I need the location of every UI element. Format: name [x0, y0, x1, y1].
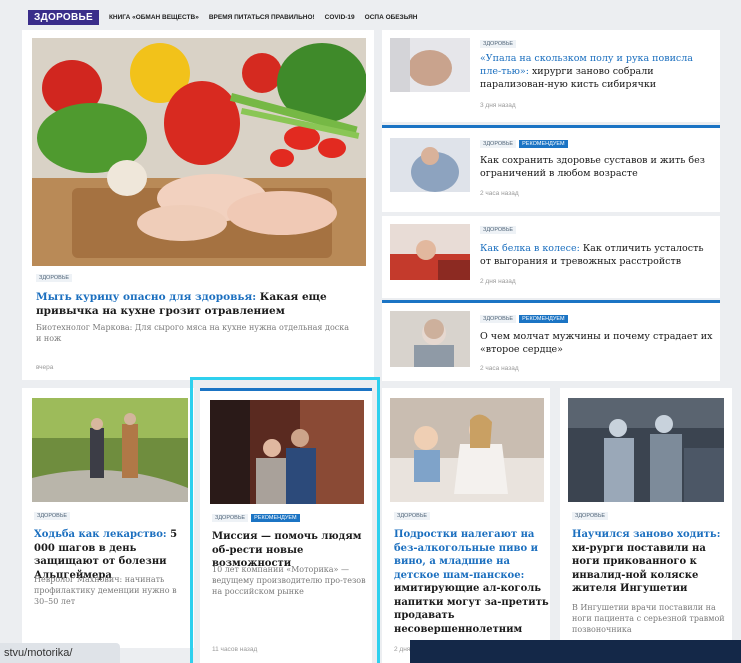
side-article-title-rest: О чем молчат мужчины и почему страдает и…: [480, 331, 713, 355]
hover-highlight-frame: [190, 377, 380, 663]
side-article-title[interactable]: Как сохранить здоровье суставов и жить б…: [480, 154, 716, 180]
bottom-article-card[interactable]: ЗДОРОВЬЕ Ходьба как лекарство: 5 000 шаг…: [22, 388, 194, 648]
main-article-lead: Биотехнолог Маркова: Для сырого мяса на …: [36, 323, 350, 343]
side-article-card[interactable]: ЗДОРОВЬЕ Как белка в колесе: Как отличит…: [382, 216, 720, 298]
side-article-title-rest: Как сохранить здоровье суставов и жить б…: [480, 155, 705, 179]
bottom-article-title-accent: Подростки налегают на без-алкогольные пи…: [394, 529, 539, 581]
nav-link-book[interactable]: КНИГА «ОБМАН ВЕЩЕСТВ»: [109, 14, 199, 21]
top-nav: ЗДОРОВЬЕ КНИГА «ОБМАН ВЕЩЕСТВ» ВРЕМЯ ПИТ…: [28, 8, 418, 26]
side-article-time: 3 дня назад: [480, 102, 516, 109]
bottom-article-photo[interactable]: [568, 398, 724, 502]
tag-recommended[interactable]: РЕКОМЕНДУЕМ: [519, 315, 568, 323]
side-article-photo[interactable]: [390, 138, 470, 192]
tag-health[interactable]: ЗДОРОВЬЕ: [480, 140, 517, 148]
side-article-title[interactable]: Как белка в колесе: Как отличить усталос…: [480, 242, 716, 268]
nav-link-nutrition[interactable]: ВРЕМЯ ПИТАТЬСЯ ПРАВИЛЬНО!: [209, 14, 315, 21]
bottom-article-lead: Невролог Махнович: начинать профилактику…: [34, 575, 177, 606]
side-article-title-accent: Как белка в колесе:: [480, 243, 580, 254]
bottom-article-photo[interactable]: [32, 398, 188, 502]
side-article-tags: ЗДОРОВЬЕ: [480, 226, 517, 234]
bottom-article-title-rest: имитирующие ал-коголь напитки могут за-п…: [394, 583, 549, 635]
side-article-time: 2 часа назад: [480, 190, 519, 197]
bottom-article-tags: ЗДОРОВЬЕ: [34, 512, 71, 520]
tag-health[interactable]: ЗДОРОВЬЕ: [394, 512, 431, 520]
side-article-photo[interactable]: [390, 38, 470, 92]
tag-health[interactable]: ЗДОРОВЬЕ: [480, 40, 517, 48]
bottom-article-title-accent: Научился заново ходить:: [572, 529, 721, 540]
status-bar-url: stvu/motorika/: [0, 643, 120, 663]
main-article-title[interactable]: Мыть курицу опасно для здоровья: Какая е…: [36, 290, 366, 318]
side-article-card[interactable]: ЗДОРОВЬЕ РЕКОМЕНДУЕМ Как сохранить здоров…: [382, 128, 720, 212]
side-article-tags: ЗДОРОВЬЕ РЕКОМЕНДУЕМ: [480, 315, 568, 323]
tag-health[interactable]: ЗДОРОВЬЕ: [572, 512, 609, 520]
bottom-article-card[interactable]: ЗДОРОВЬЕ Научился заново ходить: хи-рург…: [560, 388, 732, 663]
bottom-article-lead: В Ингушетии врачи поставили на ноги паци…: [572, 603, 725, 634]
side-article-tags: ЗДОРОВЬЕ РЕКОМЕНДУЕМ: [480, 140, 568, 148]
bottom-article-title-rest: хи-рурги поставили на ноги прикованного …: [572, 542, 706, 595]
bottom-article-card[interactable]: ЗДОРОВЬЕ Подростки налегают на без-алког…: [382, 388, 550, 663]
tag-health[interactable]: ЗДОРОВЬЕ: [34, 512, 71, 520]
side-article-title[interactable]: О чем молчат мужчины и почему страдает и…: [480, 330, 716, 356]
bottom-article-tags: ЗДОРОВЬЕ: [572, 512, 609, 520]
tag-recommended[interactable]: РЕКОМЕНДУЕМ: [519, 140, 568, 148]
bottom-article-photo[interactable]: [390, 398, 544, 502]
tag-health[interactable]: ЗДОРОВЬЕ: [480, 315, 517, 323]
tag-health[interactable]: ЗДОРОВЬЕ: [36, 274, 73, 282]
main-article-time: вчера: [36, 364, 54, 371]
side-article-tags: ЗДОРОВЬЕ: [480, 40, 517, 48]
bottom-article-title-accent: Ходьба как лекарство:: [34, 529, 167, 540]
bottom-article-tags: ЗДОРОВЬЕ: [394, 512, 431, 520]
side-article-time: 2 дня назад: [480, 278, 516, 285]
bottom-article-title[interactable]: Подростки налегают на без-алкогольные пи…: [394, 528, 550, 636]
main-article-title-accent: Мыть курицу опасно для здоровья:: [36, 291, 257, 303]
main-article-card[interactable]: ЗДОРОВЬЕ Мыть курицу опасно для здоровья…: [22, 30, 374, 380]
side-article-card[interactable]: ЗДОРОВЬЕ «Упала на скользком полу и рука…: [382, 30, 720, 122]
tag-health[interactable]: ЗДОРОВЬЕ: [480, 226, 517, 234]
side-article-time: 2 часа назад: [480, 365, 519, 372]
side-article-card[interactable]: ЗДОРОВЬЕ РЕКОМЕНДУЕМ О чем молчат мужчины…: [382, 303, 720, 381]
side-article-title[interactable]: «Упала на скользком полу и рука повисла …: [480, 52, 716, 91]
main-article-photo[interactable]: [32, 38, 366, 266]
side-article-photo[interactable]: [390, 311, 470, 367]
section-logo[interactable]: ЗДОРОВЬЕ: [28, 9, 99, 25]
main-article-tags: ЗДОРОВЬЕ: [36, 274, 73, 282]
nav-link-monkeypox[interactable]: ОСПА ОБЕЗЬЯН: [365, 14, 418, 21]
nav-link-covid[interactable]: COVID-19: [325, 14, 355, 21]
bottom-article-title[interactable]: Научился заново ходить: хи-рурги постави…: [572, 528, 728, 596]
dark-overlay-bar: [410, 640, 741, 663]
side-article-photo[interactable]: [390, 224, 470, 280]
